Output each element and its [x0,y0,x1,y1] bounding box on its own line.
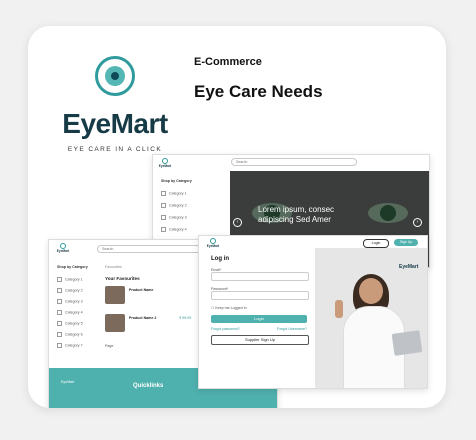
email-field[interactable] [211,272,309,281]
category-item[interactable]: Category 1 [57,277,83,282]
shop-by-heading: Shop by Category [57,265,88,269]
category-item[interactable]: Category 2 [57,288,83,293]
category-item[interactable]: Category 3 [161,215,187,220]
category-item[interactable]: Category 1 [161,191,187,196]
signup-button[interactable]: Sign Up [394,239,418,246]
product-name[interactable]: Product Name [129,288,153,292]
form-title: Log in [211,256,229,262]
laptop-image [391,330,423,356]
login-hero-image: EyeMart [315,248,427,388]
login-screen-mockup: EyeMart Login Sign Up Log in Email* Pass… [198,235,428,389]
login-form: Log in Email* Password* ☐ Keep me Logged… [211,256,309,345]
eye-logo-icon [95,56,135,96]
search-input[interactable]: Search [231,158,357,166]
keep-logged-checkbox[interactable]: ☐ Keep me Logged In [211,306,307,310]
category-item[interactable]: Category 4 [57,310,83,315]
shop-by-heading: Shop by Category [161,179,192,183]
thumbs-up-icon [335,300,343,318]
pagination-label: Page [105,344,114,348]
category-item[interactable]: Category 5 [57,321,83,326]
mini-logo: EyeMart [55,243,71,253]
page-title: Eye Care Needs [194,82,323,101]
product-name[interactable]: Product Name 2 [129,316,156,320]
category-item[interactable]: Category 6 [57,332,83,337]
forgot-password-link[interactable]: Forgot password? [211,327,240,331]
product-image[interactable] [105,286,125,304]
category-item[interactable]: Category 4 [161,227,187,232]
mini-logo: EyeMart [157,158,173,168]
brand-tagline: EYE CARE IN A CLICK [67,146,163,153]
prev-arrow-icon[interactable]: ‹ [233,218,242,227]
brand-name: EyeMart [62,108,168,139]
hero-logo: EyeMart [399,264,419,270]
product-image[interactable] [105,314,125,332]
supplier-signup-button[interactable]: Supplier Sign Up [211,335,309,345]
login-button[interactable]: Login [363,239,389,248]
breadcrumb[interactable]: Favourites [105,265,122,269]
product-price: ₹ 99.00 [179,316,192,320]
favourites-title: Your Favourites [105,276,140,281]
forgot-username-link[interactable]: Forgot Username? [277,327,307,331]
eye-image-right [368,203,408,223]
category-item[interactable]: Category 7 [57,343,83,348]
showcase-card: EyeMart EYE CARE IN A CLICK E-Commerce E… [28,26,446,408]
brand-logo: EyeMart EYE CARE IN A CLICK [50,48,180,160]
mini-logo: EyeMart [205,238,221,248]
hero-text: Lorem ipsum, consec adipiscing Sed Amer [258,205,335,224]
footer-quicklinks: Quicklinks [133,383,164,389]
submit-login-button[interactable]: Login [211,315,307,323]
category-label: E-Commerce [194,56,262,68]
footer-logo: EyeMart [61,380,75,384]
password-field[interactable] [211,291,309,300]
category-item[interactable]: Category 3 [57,299,83,304]
next-arrow-icon[interactable]: › [413,218,422,227]
category-item[interactable]: Category 2 [161,203,187,208]
